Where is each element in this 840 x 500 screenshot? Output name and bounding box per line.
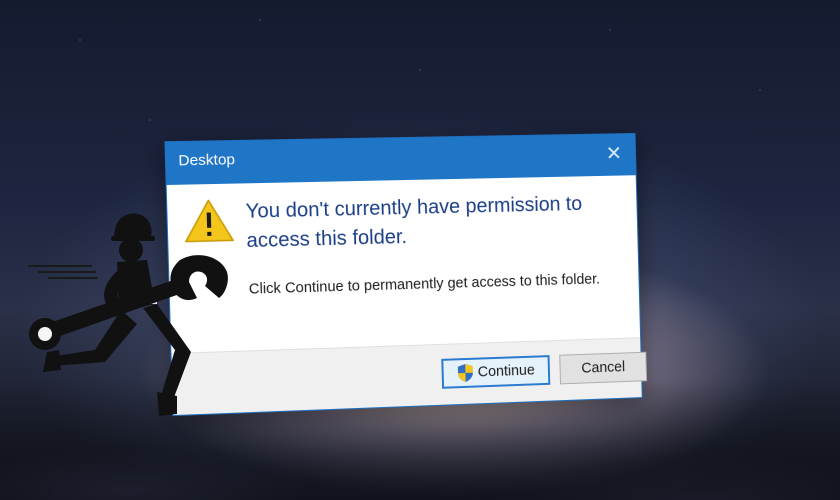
- main-instruction: You don't currently have permission to a…: [245, 189, 624, 256]
- close-icon[interactable]: ✕: [604, 142, 624, 164]
- continue-button-label: Continue: [478, 363, 535, 381]
- continue-button[interactable]: Continue: [441, 355, 550, 389]
- cancel-button[interactable]: Cancel: [559, 352, 647, 385]
- worker-with-wrench-icon: [25, 200, 245, 430]
- cancel-button-label: Cancel: [581, 359, 625, 376]
- dialog-title: Desktop: [178, 151, 235, 169]
- content-text: Click Continue to permanently get access…: [249, 268, 617, 302]
- uac-shield-icon: [457, 363, 475, 384]
